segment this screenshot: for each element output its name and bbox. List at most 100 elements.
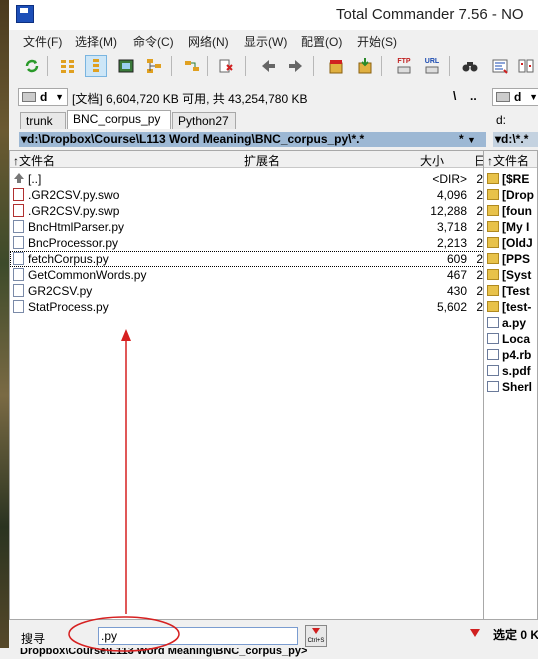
right-item-name: [Syst [502,268,531,282]
thumbnail-view-icon[interactable] [115,55,137,77]
file-icon [487,349,499,360]
right-list-item[interactable]: [Test [484,283,538,299]
col-size-header[interactable]: 大小 [420,152,444,169]
file-icon [487,333,499,344]
toolbar-separator [381,56,382,76]
right-drive-selector[interactable]: d ▼ [492,88,538,106]
quick-search-bar: 搜寻 .py Ctrl+S [9,622,486,648]
file-icon [13,188,24,201]
forward-icon[interactable] [285,55,307,77]
unpack-icon[interactable] [354,55,376,77]
menu-configuration[interactable]: 配置(O) [301,33,342,50]
right-list-item[interactable]: [OldJ [484,235,538,251]
invert-selection-icon[interactable] [215,55,237,77]
left-drive-selector[interactable]: d ▼ [18,88,68,106]
file-icon [13,252,24,265]
left-path-filter[interactable]: * ▼ [449,132,486,147]
left-path-bar[interactable]: ▾d:\Dropbox\Course\L113 Word Meaning\BNC… [19,132,451,147]
folder-icon [487,237,499,248]
right-path-bar[interactable]: ▾d:\*.* [493,132,538,147]
find-icon[interactable] [459,55,481,77]
up-folder-icon [13,172,24,185]
right-list-item[interactable]: [foun [484,203,538,219]
toolbar: FTP URL [9,52,538,82]
file-name: [..] [28,172,41,186]
arrow-down-icon[interactable] [469,628,481,638]
right-list-item[interactable]: Loca [484,331,538,347]
ftp-icon[interactable]: FTP [393,55,415,77]
pack-icon[interactable] [325,55,347,77]
command-line-strip: Dropbox\Course\L113 Word Meaning\BNC_cor… [0,648,538,659]
right-list-item[interactable]: [PPS [484,251,538,267]
file-row[interactable]: BncProcessor.py 2,213 2 [10,235,485,251]
toolbar-separator [207,56,208,76]
file-row[interactable]: .GR2CSV.py.swp 12,288 2 [10,203,485,219]
menu-bar: 文件(F) 选择(M) 命令(C) 网络(N) 显示(W) 配置(O) 开始(S… [9,30,538,50]
file-icon [13,204,24,217]
file-row[interactable]: StatProcess.py 5,602 2 [10,299,485,315]
right-list-item[interactable]: [test- [484,299,538,315]
menu-select[interactable]: 选择(M) [75,33,117,50]
file-row[interactable]: BncHtmlParser.py 3,718 2 [10,219,485,235]
right-file-panel[interactable]: ↑文件名 [$RE [Drop [foun [My I [OldJ [PPS [Syst [T… [483,150,538,620]
file-row[interactable]: fetchCorpus.py 609 2 [10,251,485,267]
right-list-item[interactable]: [My I [484,219,538,235]
right-list-item[interactable]: Sherl [484,379,538,395]
left-drive-info: [文档] 6,604,720 KB 可用, 共 43,254,780 KB [72,90,307,107]
right-list-item[interactable]: [Syst [484,267,538,283]
menu-network[interactable]: 网络(N) [188,33,229,50]
menu-commands[interactable]: 命令(C) [133,33,174,50]
search-label: 搜寻 [21,630,45,647]
menu-show[interactable]: 显示(W) [244,33,287,50]
refresh-icon[interactable] [21,55,43,77]
tab-bnc-corpus-py[interactable]: BNC_corpus_py [67,110,171,129]
compare-icon[interactable] [515,55,537,77]
tree-icon[interactable] [143,55,165,77]
file-icon [487,317,499,328]
right-list-item[interactable]: [Drop [484,187,538,203]
file-date: 2 [476,204,483,218]
file-row[interactable]: GetCommonWords.py 467 2 [10,267,485,283]
right-drive-letter: d [514,90,521,104]
col-name-header[interactable]: ↑文件名 [13,152,55,169]
multi-rename-icon[interactable] [489,55,511,77]
desktop-background [0,0,9,659]
filter-label: * [459,132,464,146]
file-row[interactable]: [..] <DIR> 2 [10,171,485,187]
col-ext-header[interactable]: 扩展名 [244,152,280,169]
search-input[interactable]: .py [98,627,298,645]
left-file-panel[interactable]: ↑文件名 扩展名 大小 日 [..] <DIR> 2 .GR2CSV.py.swo 4,… [9,150,486,620]
url-icon[interactable]: URL [421,55,443,77]
right-item-name: s.pdf [502,364,531,378]
file-size: 467 [447,268,467,282]
file-row[interactable]: .GR2CSV.py.swo 4,096 2 [10,187,485,203]
right-list-item[interactable]: p4.rb [484,347,538,363]
sync-icon[interactable] [181,55,203,77]
search-shortcut-hint: Ctrl+S [308,638,325,644]
right-list-item[interactable]: a.py [484,315,538,331]
menu-start[interactable]: 开始(S) [357,33,397,50]
back-icon[interactable] [257,55,279,77]
right-item-name: Sherl [502,380,532,394]
root-dir-button[interactable]: \ [453,89,456,103]
file-name: BncProcessor.py [28,236,118,250]
right-col-name-header[interactable]: ↑文件名 [487,152,529,169]
tree-view-icon[interactable] [85,55,107,77]
parent-dir-button[interactable]: .. [470,89,477,103]
search-button[interactable]: Ctrl+S [305,625,327,647]
brief-view-icon[interactable] [57,55,79,77]
right-list-item[interactable]: s.pdf [484,363,538,379]
tab-trunk[interactable]: trunk [20,112,66,129]
tab-python27[interactable]: Python27 [172,112,236,129]
file-date: 2 [476,268,483,282]
right-list-item[interactable]: [$RE [484,171,538,187]
file-icon [13,268,24,281]
file-size: 430 [447,284,467,298]
file-name: .GR2CSV.py.swp [28,204,119,218]
right-item-name: [Test [502,284,530,298]
menu-file[interactable]: 文件(F) [23,33,62,50]
window-title: Total Commander 7.56 - NO [336,6,524,23]
file-row[interactable]: GR2CSV.py 430 2 [10,283,485,299]
right-item-name: [OldJ [502,236,533,250]
file-icon [13,236,24,249]
